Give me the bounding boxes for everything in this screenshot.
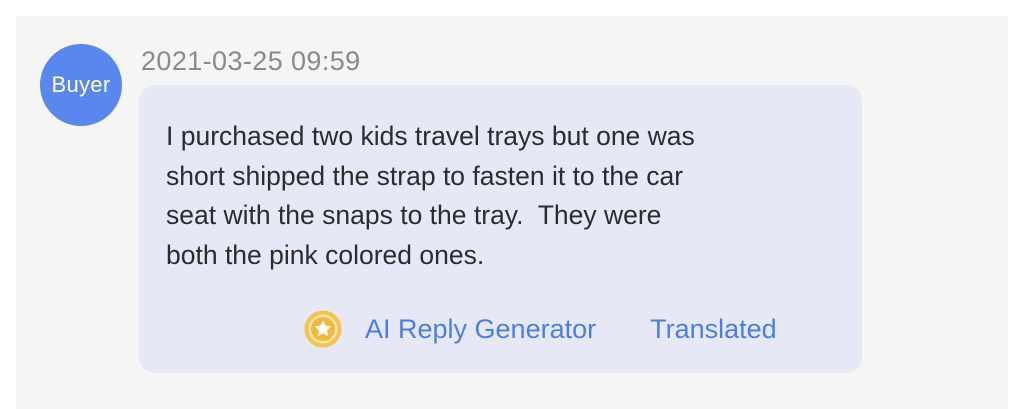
- buyer-avatar: Buyer: [40, 44, 122, 126]
- message-text: I purchased two kids travel trays but on…: [166, 121, 695, 270]
- message-timestamp: 2021-03-25 09:59: [141, 46, 361, 76]
- avatar-label: Buyer: [51, 72, 111, 97]
- message-actions: AI Reply Generator Translated: [303, 307, 777, 351]
- ai-reply-generator-link[interactable]: AI Reply Generator: [365, 314, 596, 345]
- message-bubble: I purchased two kids travel trays but on…: [139, 85, 862, 373]
- translated-link[interactable]: Translated: [650, 314, 777, 345]
- gold-star-coin-icon[interactable]: [303, 309, 343, 349]
